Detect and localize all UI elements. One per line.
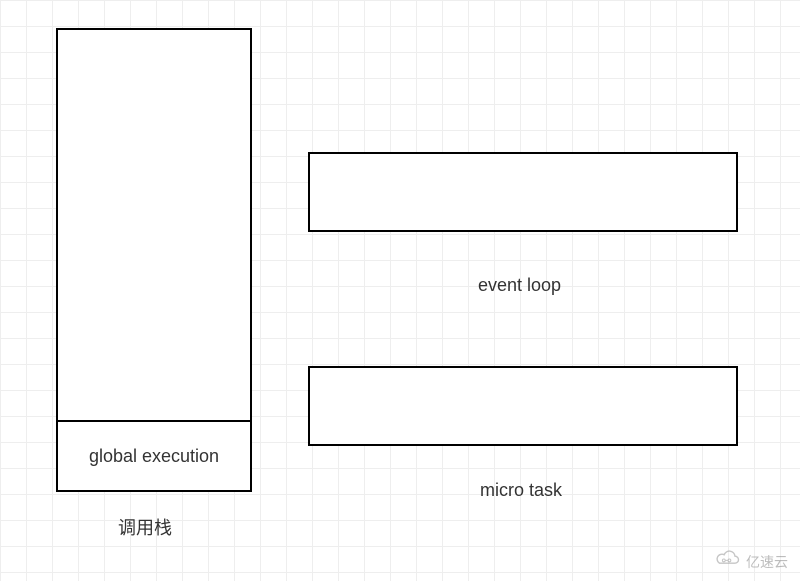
watermark: 亿速云: [714, 550, 788, 573]
global-execution-label: global execution: [89, 446, 219, 467]
micro-task-caption: micro task: [480, 480, 562, 501]
event-loop-caption: event loop: [478, 275, 561, 296]
cloud-icon: [714, 550, 742, 573]
watermark-text: 亿速云: [746, 552, 788, 572]
callstack-top-frame: global execution: [56, 420, 252, 492]
micro-task-box: [308, 366, 738, 446]
event-loop-box: [308, 152, 738, 232]
callstack-caption: 调用栈: [118, 514, 172, 540]
